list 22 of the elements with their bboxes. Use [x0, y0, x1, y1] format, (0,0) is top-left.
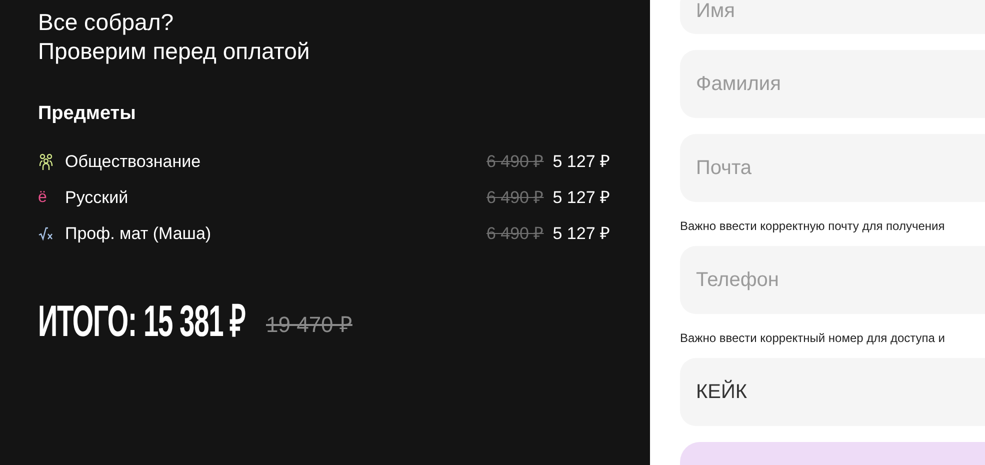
heading-line: Проверим перед оплатой [38, 37, 311, 66]
promo-code-field[interactable]: КЕЙК [680, 358, 985, 426]
old-total: 19 470 ₽ [266, 310, 352, 338]
letter-icon: ё [38, 188, 47, 206]
old-price: 6 490 ₽ [486, 222, 544, 245]
old-price: 6 490 ₽ [486, 150, 544, 173]
price: 5 127 ₽ [552, 222, 610, 245]
input-field[interactable]: Фамилия [680, 50, 985, 118]
subject-name: Проф. мат (Маша) [65, 222, 212, 245]
input-field[interactable]: Имя [680, 0, 985, 34]
field-hint: Важно ввести корректный номер для доступа и [680, 330, 946, 347]
heading-line: Все собрал? [38, 8, 175, 37]
subject-name: Обществознание [65, 150, 202, 173]
subject-name: Русский [65, 186, 130, 209]
section-title: Предметы [38, 102, 137, 126]
total-label: ИТОГО: 15 381 ₽ [38, 296, 247, 346]
field-hint: Важно ввести корректную почту для получения [680, 218, 946, 235]
old-price: 6 490 ₽ [486, 186, 544, 209]
price: 5 127 ₽ [552, 150, 610, 173]
input-field[interactable]: Почта [680, 134, 985, 202]
price: 5 127 ₽ [552, 186, 610, 209]
input-field[interactable]: Телефон [680, 246, 985, 314]
